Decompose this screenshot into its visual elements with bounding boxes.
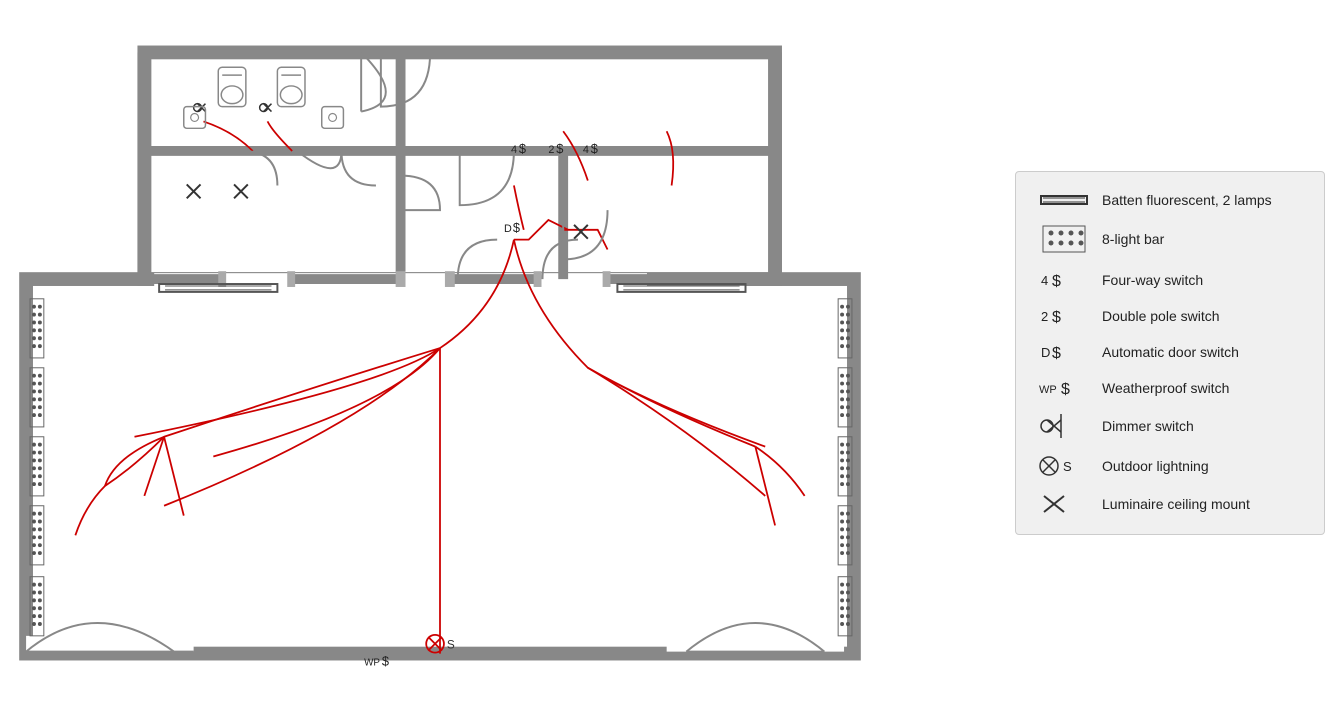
legend-icon-outdoor: S <box>1034 454 1094 478</box>
legend-item-luminaire: Luminaire ceiling mount <box>1034 494 1306 514</box>
legend-item-fourway: 4 $ Four-way switch <box>1034 270 1306 290</box>
legend-label-dimmer: Dimmer switch <box>1102 418 1194 434</box>
floor-plan-svg: 4 $ 2 $ 4 $ D $ <box>10 13 870 693</box>
svg-text:S: S <box>447 637 455 651</box>
switch-doublepole: 2 $ <box>548 140 563 155</box>
svg-text:WP: WP <box>364 657 380 668</box>
legend-icon-weatherproof: WP $ <box>1034 378 1094 398</box>
dimmer-switch-1 <box>194 103 206 111</box>
floor-plan-area: 4 $ 2 $ 4 $ D $ <box>10 13 870 693</box>
legend-icon-batten <box>1034 192 1094 208</box>
legend-label-luminaire: Luminaire ceiling mount <box>1102 496 1250 512</box>
svg-text:D: D <box>504 222 512 234</box>
luminaire-1 <box>187 184 201 198</box>
toilet-2 <box>277 67 305 106</box>
svg-text:WP: WP <box>1039 384 1057 396</box>
svg-text:$: $ <box>1052 273 1061 290</box>
legend-icon-dimmer <box>1034 414 1094 438</box>
legend-label-weatherproof: Weatherproof switch <box>1102 380 1229 396</box>
legend-item-doublepole: 2 $ Double pole switch <box>1034 306 1306 326</box>
legend-icon-lightbar <box>1034 224 1094 254</box>
legend-item-outdoor: S Outdoor lightning <box>1034 454 1306 478</box>
svg-text:$: $ <box>556 140 563 155</box>
legend-panel: Batten fluorescent, 2 lamps 8-light bar <box>1015 171 1325 535</box>
luminaire-3 <box>574 224 588 238</box>
legend-label-outdoor: Outdoor lightning <box>1102 458 1209 474</box>
switch-fourway-2: 4 $ <box>583 140 598 155</box>
dimmer-switch-2 <box>260 103 272 111</box>
svg-text:$: $ <box>519 140 526 155</box>
sink-2 <box>322 106 344 128</box>
legend-item-autodoor: D $ Automatic door switch <box>1034 342 1306 362</box>
svg-text:2: 2 <box>1041 309 1048 324</box>
svg-text:4: 4 <box>583 143 589 155</box>
legend-label-doublepole: Double pole switch <box>1102 308 1220 324</box>
svg-text:2: 2 <box>548 143 554 155</box>
svg-text:$: $ <box>382 653 389 668</box>
legend-item-dimmer: Dimmer switch <box>1034 414 1306 438</box>
switch-autodoor: D $ <box>504 219 520 234</box>
legend-icon-autodoor: D $ <box>1034 342 1094 362</box>
svg-text:$: $ <box>591 140 598 155</box>
legend-item-lightbar: 8-light bar <box>1034 224 1306 254</box>
legend-item-batten: Batten fluorescent, 2 lamps <box>1034 192 1306 208</box>
svg-text:$: $ <box>1052 309 1061 326</box>
svg-text:$: $ <box>1061 381 1070 398</box>
svg-text:D: D <box>1041 345 1050 360</box>
legend-label-fourway: Four-way switch <box>1102 272 1203 288</box>
legend-label-batten: Batten fluorescent, 2 lamps <box>1102 192 1272 208</box>
svg-text:4: 4 <box>1041 273 1048 288</box>
luminaire-2 <box>234 184 248 198</box>
legend-icon-doublepole: 2 $ <box>1034 306 1094 326</box>
legend-item-weatherproof: WP $ Weatherproof switch <box>1034 378 1306 398</box>
svg-text:$: $ <box>513 219 520 234</box>
toilet-1 <box>218 67 246 106</box>
svg-text:S: S <box>1063 459 1072 474</box>
svg-text:$: $ <box>1052 345 1061 362</box>
legend-label-lightbar: 8-light bar <box>1102 231 1164 247</box>
legend-icon-luminaire <box>1034 494 1094 514</box>
legend-icon-fourway: 4 $ <box>1034 270 1094 290</box>
legend-label-autodoor: Automatic door switch <box>1102 344 1239 360</box>
main-container: 4 $ 2 $ 4 $ D $ <box>0 0 1335 705</box>
